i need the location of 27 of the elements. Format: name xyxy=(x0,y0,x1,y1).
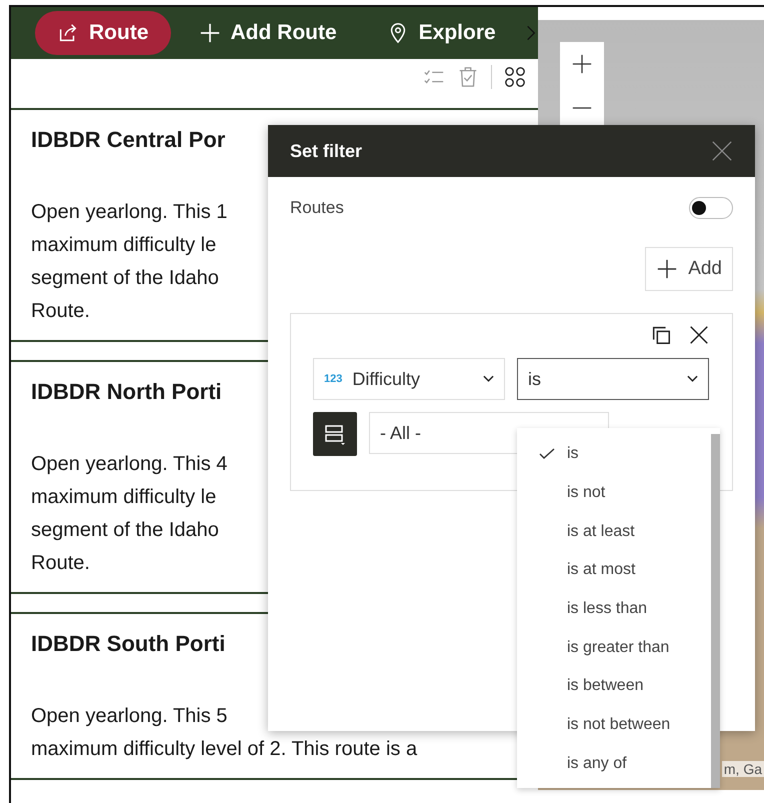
option-label: is not xyxy=(567,484,606,502)
route-description-line: Open yearlong. This 5 xyxy=(31,704,228,729)
option-label: is between xyxy=(567,677,644,696)
route-description-line: Route. xyxy=(31,299,90,324)
operator-value: is xyxy=(528,368,542,390)
route-description-line: segment of the Idaho xyxy=(31,518,219,543)
route-description-line: maximum difficulty le xyxy=(31,485,216,510)
route-description-line: maximum difficulty le xyxy=(31,233,216,258)
route-description-line: Route. xyxy=(31,551,90,576)
route-title: IDBDR South Porti xyxy=(31,630,226,658)
map-attribution: m, Ga xyxy=(722,761,764,777)
layer-label: Routes xyxy=(290,198,344,218)
option-label: is at least xyxy=(567,522,635,541)
route-title: IDBDR Central Por xyxy=(31,126,226,154)
route-description-line: Open yearlong. This 1 xyxy=(31,200,228,225)
option-label: is any of xyxy=(567,754,627,773)
field-value: Difficulty xyxy=(352,368,422,390)
route-description-line: segment of the Idaho xyxy=(31,266,219,291)
number-type-label: 123 xyxy=(324,373,342,385)
option-label: is greater than xyxy=(567,638,670,657)
option-label: is at most xyxy=(567,561,636,580)
route-description-line: maximum difficulty level of 2. This route is a xyxy=(31,737,418,762)
route-title: IDBDR North Porti xyxy=(31,378,222,406)
route-description-line: Open yearlong. This 4 xyxy=(31,452,228,477)
option-label: is not between xyxy=(567,716,670,734)
option-label: is less than xyxy=(567,600,648,618)
dialog-title: Set filter xyxy=(290,140,362,162)
